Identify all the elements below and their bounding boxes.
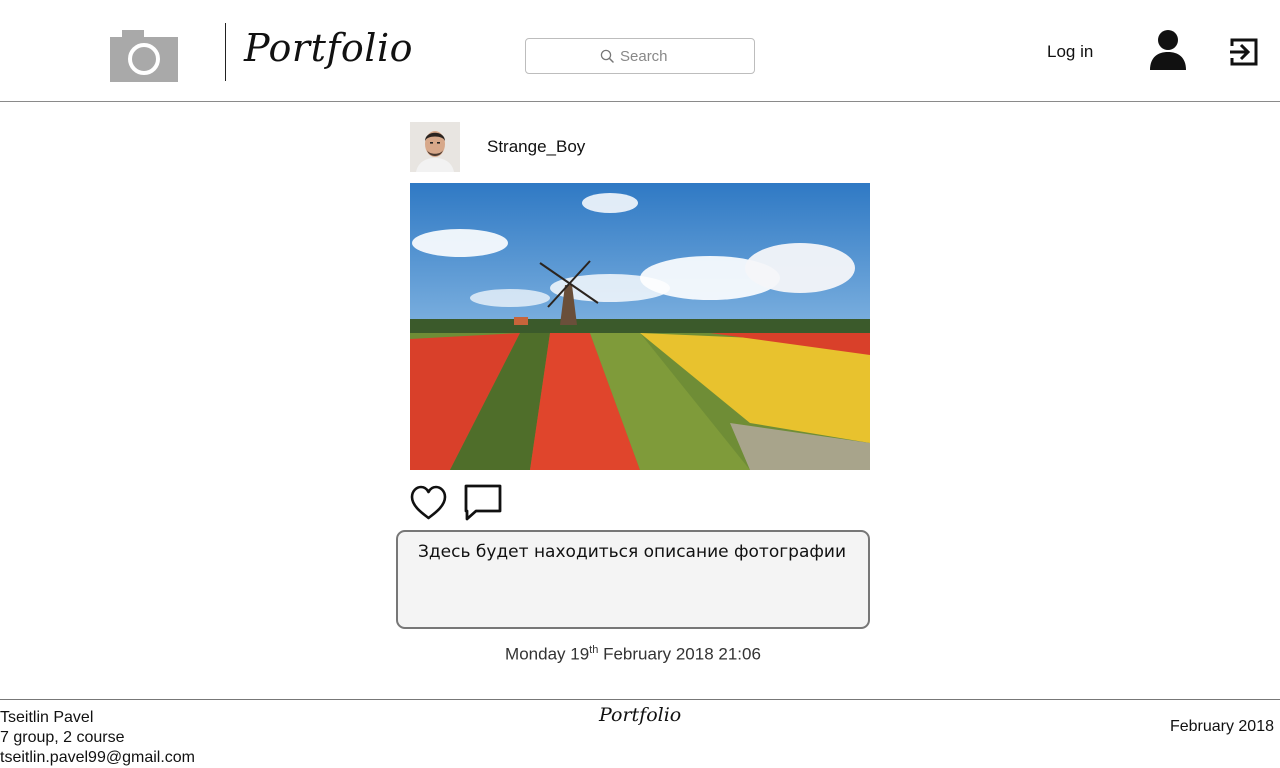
avatar[interactable] (410, 122, 460, 172)
camera-icon[interactable] (110, 30, 178, 82)
brand-divider (225, 23, 226, 81)
site-header: Portfolio Log in (0, 0, 1280, 102)
search-box[interactable] (525, 38, 755, 74)
site-footer: Tseitlin Pavel 7 group, 2 course tseitli… (0, 699, 1280, 768)
photo-description: Здесь будет находиться описание фотограф… (396, 530, 870, 629)
post-date-suffix: th (589, 644, 599, 656)
footer-email[interactable]: tseitlin.pavel99@gmail.com (0, 748, 195, 768)
footer-group: 7 group, 2 course (0, 729, 125, 746)
post-actions (410, 484, 502, 522)
post-date-rest: February 2018 21:06 (603, 644, 761, 664)
user-icon[interactable] (1150, 30, 1186, 70)
footer-author: Tseitlin Pavel (0, 709, 94, 726)
logout-icon[interactable] (1228, 36, 1260, 68)
author-name[interactable]: Strange_Boy (487, 137, 585, 157)
post-date-day: Monday 19 (505, 644, 590, 664)
login-link[interactable]: Log in (1047, 42, 1093, 62)
footer-brand: Portfolio (599, 704, 682, 726)
tulip-field-image (410, 183, 870, 470)
footer-date: February 2018 (1169, 718, 1274, 735)
brand-title[interactable]: Portfolio (244, 26, 413, 70)
heart-icon[interactable] (410, 485, 447, 521)
search-input[interactable] (620, 47, 680, 65)
post-author: Strange_Boy (410, 122, 585, 172)
comment-icon[interactable] (464, 484, 502, 522)
post-date: Monday 19th February 2018 21:06 (0, 644, 1266, 665)
footer-info: Tseitlin Pavel 7 group, 2 course tseitli… (0, 708, 195, 768)
post-photo[interactable] (410, 183, 870, 470)
search-icon (600, 49, 614, 63)
avatar-image (410, 122, 460, 172)
